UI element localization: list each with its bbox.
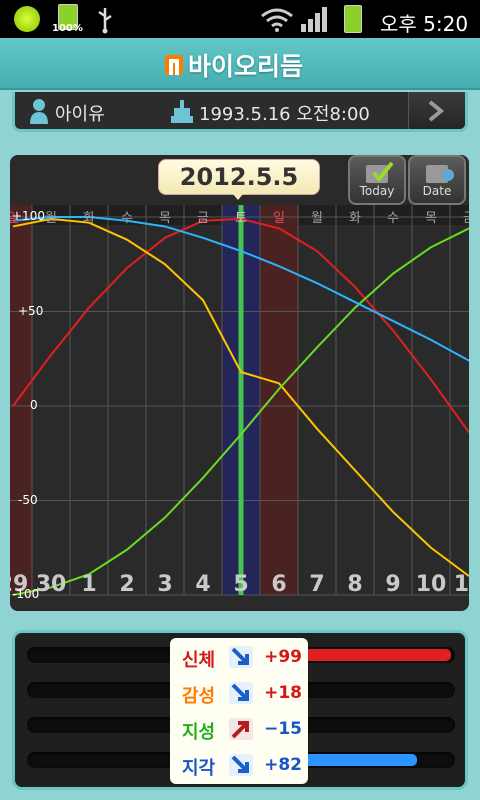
legend-label: 지각	[182, 758, 216, 779]
date-label: 9	[385, 572, 401, 597]
chevron-right-icon	[428, 100, 445, 122]
date-label: 7	[309, 572, 325, 597]
weekday-label: 목	[159, 211, 171, 226]
profile-next-button[interactable]	[408, 92, 465, 129]
date-label: 1	[81, 572, 97, 597]
profile-birthdate: 1993.5.16 오전8:00	[199, 104, 370, 125]
cake-icon	[171, 100, 193, 123]
n-logo-icon	[165, 55, 183, 75]
date-button[interactable]: Date	[408, 155, 466, 205]
date-label: 8	[347, 572, 363, 597]
legend-value: +99	[264, 647, 302, 667]
y-tick-label: -50	[18, 492, 38, 507]
calendar-settings-icon	[426, 165, 454, 183]
date-label: 5	[233, 572, 249, 597]
weekday-label: 금	[197, 211, 209, 226]
legend-value: +18	[264, 683, 302, 703]
selected-date-pointer	[232, 193, 244, 200]
weekday-label: 월	[311, 211, 323, 226]
date-label: 3	[157, 572, 173, 597]
legend-label: 지성	[182, 722, 216, 743]
usb-icon	[98, 8, 112, 34]
wifi-icon	[261, 8, 293, 32]
date-label: 10	[415, 572, 447, 597]
profile-name: 아이유	[55, 104, 105, 125]
weekday-label: 일	[273, 211, 285, 226]
y-tick-label: +100	[12, 209, 45, 223]
weekday-label: 화	[349, 211, 361, 226]
legend-value: −15	[264, 719, 302, 739]
biorhythm-chart[interactable]: 일월화수목금토일월화수목금 29301234567891011 +100+500…	[10, 155, 469, 611]
y-tick-label: 0	[30, 398, 38, 412]
selected-date-label: 2012.5.5	[158, 159, 320, 195]
legend-row: 지각 +82	[170, 748, 308, 782]
legend-label: 감성	[182, 686, 216, 707]
weekday-label: 수	[121, 211, 133, 226]
sunday-column	[10, 205, 32, 595]
signal-icon	[301, 7, 327, 32]
trend-down-icon	[229, 754, 253, 776]
date-label: 6	[271, 572, 287, 597]
trend-down-icon	[229, 682, 253, 704]
app-title: 바이오리듬	[188, 52, 304, 81]
today-button[interactable]: Today	[348, 155, 406, 205]
person-icon	[30, 99, 48, 124]
legend-label: 신체	[182, 650, 216, 671]
calendar-check-icon	[366, 161, 394, 183]
status-bar: 100% 오후 5:20	[0, 0, 480, 38]
app-title-bar: 바이오리듬	[0, 38, 480, 90]
date-label: Date	[422, 184, 452, 198]
legend-row: 신체 +99	[170, 640, 308, 674]
app-icon	[14, 6, 40, 32]
weekday-label: 토	[235, 211, 247, 226]
weekday-label: 목	[425, 211, 437, 226]
date-label: 4	[195, 572, 211, 597]
weekday-label: 수	[387, 211, 399, 226]
date-label: 2	[119, 572, 135, 597]
legend-row: 지성 −15	[170, 712, 308, 746]
trend-down-icon	[229, 646, 253, 668]
weekday-label: 화	[83, 211, 95, 226]
battery-icon	[344, 5, 362, 33]
biorhythm-legend: 신체 +99 감성 +18 지성 −15 지각 +82	[170, 638, 308, 784]
weekday-label: 금	[450, 207, 469, 226]
y-tick-label: +50	[18, 303, 44, 318]
clock: 오후 5:20	[380, 12, 469, 36]
y-tick-label: -100	[12, 587, 40, 601]
legend-row: 감성 +18	[170, 676, 308, 710]
legend-value: +82	[264, 755, 302, 775]
trend-up-icon	[229, 718, 253, 740]
battery-percent: 100%	[52, 23, 83, 34]
today-label: Today	[359, 184, 395, 198]
date-label: 11	[453, 572, 469, 597]
profile-bar[interactable]: 아이유 1993.5.16 오전8:00	[12, 92, 468, 132]
